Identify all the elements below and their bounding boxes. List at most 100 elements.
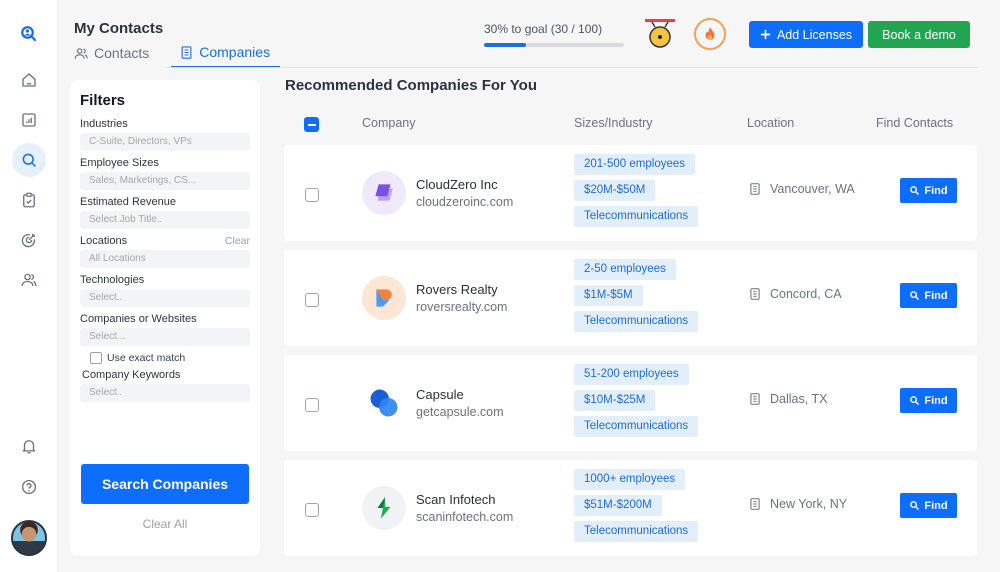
gong-icon[interactable] xyxy=(643,17,677,51)
search-icon xyxy=(910,501,920,510)
row-checkbox[interactable] xyxy=(305,293,319,307)
find-contacts-button[interactable]: Find xyxy=(900,388,957,413)
technologies-input[interactable]: Select.. xyxy=(80,289,250,307)
table-header: Company Sizes/Industry Location Find Con… xyxy=(285,115,977,133)
find-label: Find xyxy=(924,499,948,512)
find-label: Find xyxy=(924,289,948,302)
company-name[interactable]: Scan Infotech xyxy=(416,492,496,507)
tabs-divider xyxy=(166,67,978,68)
companies-websites-input[interactable]: Select... xyxy=(80,328,250,346)
company-domain: roversrealty.com xyxy=(416,300,508,314)
user-avatar[interactable] xyxy=(11,520,47,556)
find-contacts-button[interactable]: Find xyxy=(900,178,957,203)
building-icon xyxy=(750,288,760,300)
company-row: Capsule getcapsule.com 51-200 employees … xyxy=(284,355,977,451)
book-demo-button[interactable]: Book a demo xyxy=(868,21,970,48)
company-domain: getcapsule.com xyxy=(416,405,504,419)
tab-label: Contacts xyxy=(94,45,150,61)
clear-all-link[interactable]: Clear All xyxy=(70,517,260,531)
company-location: New York, NY xyxy=(748,497,847,511)
column-company: Company xyxy=(362,116,416,130)
column-location: Location xyxy=(747,116,795,130)
filter-label: Estimated Revenue xyxy=(80,196,176,208)
clipboard-check-icon[interactable] xyxy=(12,183,46,217)
home-icon[interactable] xyxy=(12,63,46,97)
row-checkbox[interactable] xyxy=(305,398,319,412)
company-name[interactable]: Rovers Realty xyxy=(416,282,498,297)
column-find-contacts: Find Contacts xyxy=(876,116,954,130)
find-label: Find xyxy=(924,184,948,197)
company-location: Vancouver, WA xyxy=(748,182,855,196)
app-logo-icon[interactable] xyxy=(12,17,46,51)
search-companies-button[interactable]: Search Companies xyxy=(81,464,249,504)
search-icon xyxy=(910,186,920,195)
rovers-realty-logo xyxy=(362,276,406,320)
filters-panel: Filters Industries C-Suite, Directors, V… xyxy=(70,80,260,556)
company-name[interactable]: CloudZero Inc xyxy=(416,177,498,192)
industry-tag: Telecommunications xyxy=(574,521,699,542)
filter-label: Technologies xyxy=(80,274,145,286)
estimated-revenue-input[interactable]: Select Job Title.. xyxy=(80,211,250,229)
exact-match-checkbox[interactable]: Use exact match xyxy=(90,352,250,364)
company-tags: 201-500 employees $20M-$50M Telecommunic… xyxy=(574,154,699,227)
add-licenses-label: Add Licenses xyxy=(776,27,853,42)
locations-clear-link[interactable]: Clear xyxy=(225,235,250,247)
building-icon xyxy=(750,498,760,510)
plus-icon xyxy=(760,29,771,40)
users-icon[interactable] xyxy=(12,263,46,297)
industries-input[interactable]: C-Suite, Directors, VPs xyxy=(80,133,250,151)
section-title: Recommended Companies For You xyxy=(285,77,537,94)
industry-tag: Telecommunications xyxy=(574,416,699,437)
filter-label: Locations xyxy=(80,235,128,247)
company-tags: 2-50 employees $1M-$5M Telecommunication… xyxy=(574,259,699,332)
company-keywords-input[interactable]: Select.. xyxy=(80,384,250,402)
building-icon xyxy=(750,393,760,405)
revenue-tag: $1M-$5M xyxy=(574,285,643,306)
revenue-tag: $51M-$200M xyxy=(574,495,662,516)
filter-label: Companies or Websites xyxy=(80,313,197,325)
company-row: Scan Infotech scaninfotech.com 1000+ emp… xyxy=(284,460,977,556)
goal-progress: 30% to goal (30 / 100) xyxy=(484,22,624,47)
building-icon xyxy=(181,45,192,59)
company-name[interactable]: Capsule xyxy=(416,387,464,402)
row-checkbox[interactable] xyxy=(305,503,319,517)
search-icon xyxy=(910,396,920,405)
company-location: Concord, CA xyxy=(748,287,842,301)
progress-bar xyxy=(484,43,624,47)
tab-companies[interactable]: Companies xyxy=(171,44,281,68)
revenue-tag: $10M-$25M xyxy=(574,390,656,411)
help-icon[interactable] xyxy=(12,470,46,504)
search-icon xyxy=(910,291,920,300)
filters-title: Filters xyxy=(80,92,126,109)
select-all-checkbox[interactable] xyxy=(304,117,319,132)
company-tags: 1000+ employees $51M-$200M Telecommunica… xyxy=(574,469,699,542)
tab-contacts[interactable]: Contacts xyxy=(74,44,159,68)
chart-icon[interactable] xyxy=(12,103,46,137)
find-contacts-button[interactable]: Find xyxy=(900,283,957,308)
capsule-logo xyxy=(362,381,406,425)
column-sizes-industry: Sizes/Industry xyxy=(574,116,653,130)
tab-label: Companies xyxy=(199,44,271,60)
company-row: Rovers Realty roversrealty.com 2-50 empl… xyxy=(284,250,977,346)
progress-fill xyxy=(484,43,526,47)
locations-input[interactable]: All Locations xyxy=(80,250,250,268)
find-label: Find xyxy=(924,394,948,407)
checkbox[interactable] xyxy=(90,352,102,364)
employee-sizes-input[interactable]: Sales, Marketings, CS... xyxy=(80,172,250,190)
size-tag: 2-50 employees xyxy=(574,259,676,280)
size-tag: 1000+ employees xyxy=(574,469,686,490)
row-checkbox[interactable] xyxy=(305,188,319,202)
streak-fire-icon[interactable] xyxy=(694,18,726,50)
revenue-tag: $20M-$50M xyxy=(574,180,656,201)
bell-icon[interactable] xyxy=(12,429,46,463)
company-tags: 51-200 employees $10M-$25M Telecommunica… xyxy=(574,364,699,437)
search-icon[interactable] xyxy=(12,143,46,177)
size-tag: 201-500 employees xyxy=(574,154,696,175)
industry-tag: Telecommunications xyxy=(574,206,699,227)
company-domain: scaninfotech.com xyxy=(416,510,514,524)
find-contacts-button[interactable]: Find xyxy=(900,493,957,518)
target-icon[interactable] xyxy=(12,223,46,257)
company-domain: cloudzeroinc.com xyxy=(416,195,514,209)
building-icon xyxy=(750,183,760,195)
add-licenses-button[interactable]: Add Licenses xyxy=(749,21,863,48)
